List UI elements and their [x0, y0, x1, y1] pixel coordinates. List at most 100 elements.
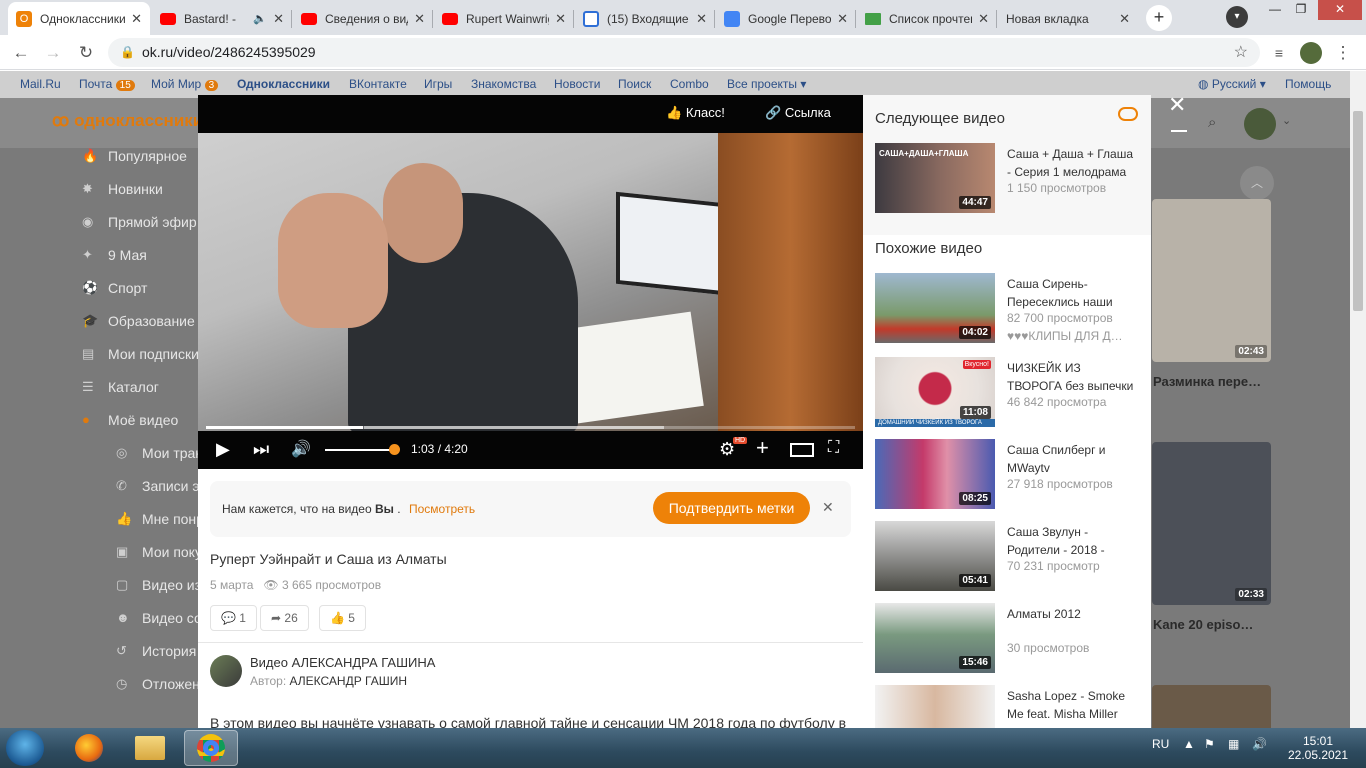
taskbar-chrome[interactable]: [184, 730, 238, 766]
close-window-button[interactable]: ✕: [1318, 0, 1362, 20]
menu-item-sport[interactable]: ⚽ Спорт: [82, 280, 147, 296]
video-thumbnail[interactable]: САША+ДАША+ГЛАША 44:47: [875, 143, 995, 213]
portal-link-pochta[interactable]: Почта 15: [79, 77, 135, 91]
menu-item-live[interactable]: ◉ Прямой эфир: [82, 214, 197, 230]
start-button[interactable]: [6, 730, 44, 766]
video-thumbnail[interactable]: [875, 685, 995, 728]
confirm-tags-button[interactable]: Подтвердить метки: [653, 492, 810, 524]
ok-logo[interactable]: ꝏ одноклассники: [52, 111, 203, 131]
similar-video-item[interactable]: 04:02 Саша Сирень- Пересеклись наши 82 7…: [875, 273, 1145, 345]
tab-bastard[interactable]: Bastard! - 🔈 ✕: [152, 2, 292, 35]
portal-link-ok[interactable]: Одноклассники: [237, 77, 330, 91]
notice-view-link[interactable]: Посмотреть: [409, 502, 475, 516]
forward-arrow-icon[interactable]: →: [42, 42, 64, 64]
video-name[interactable]: Саша Спилберг и MWaytv: [1007, 441, 1139, 477]
bg-card-title[interactable]: Разминка пере…: [1153, 374, 1261, 389]
channel-name[interactable]: Видео АЛЕКСАНДРА ГАШИНА: [250, 655, 435, 670]
user-avatar[interactable]: [1244, 108, 1276, 140]
reload-icon[interactable]: ↻: [75, 42, 97, 64]
link-button[interactable]: 🔗 Ссылка: [765, 105, 831, 121]
reading-list-icon[interactable]: ≡: [1268, 42, 1290, 64]
bookmark-star-icon[interactable]: ☆: [1234, 38, 1248, 67]
chevron-down-icon[interactable]: ⌄: [1282, 114, 1291, 127]
video-name[interactable]: Алматы 2012: [1007, 605, 1139, 623]
author-name[interactable]: АЛЕКСАНДР ГАШИН: [290, 674, 408, 688]
tab-reading-list[interactable]: Список прочтения ✕: [857, 2, 997, 35]
submenu-item[interactable]: ↺ История: [116, 643, 196, 659]
video-player[interactable]: 👍 Класс! 🔗 Ссылка ▶ ⏭ 🔊 1:03 / 4:20 ⚙ HD…: [198, 95, 863, 469]
action-center-flag-icon[interactable]: ⚑: [1204, 737, 1215, 751]
bg-card-thumbnail[interactable]: 02:33: [1152, 442, 1271, 605]
autoplay-loop-icon[interactable]: [1118, 107, 1138, 121]
play-icon[interactable]: ▶: [216, 439, 230, 460]
tab-new-tab[interactable]: Новая вкладка ✕: [998, 2, 1138, 35]
volume-icon[interactable]: 🔊: [291, 439, 311, 459]
menu-item-education[interactable]: 🎓 Образование: [82, 313, 195, 329]
tab-close-icon[interactable]: ✕: [978, 11, 989, 27]
portal-link-mailru[interactable]: Mail.Ru: [20, 77, 61, 91]
portal-link-games[interactable]: Игры: [424, 77, 452, 91]
search-icon[interactable]: ⌕: [1208, 114, 1216, 131]
portal-link-help[interactable]: Помощь: [1285, 77, 1331, 91]
language-selector[interactable]: ◍ Русский ▾: [1198, 77, 1266, 91]
next-video-item[interactable]: САША+ДАША+ГЛАША 44:47 Саша + Даша + Глаш…: [875, 143, 1145, 215]
tab-close-icon[interactable]: ✕: [696, 11, 707, 27]
menu-item-subscriptions[interactable]: ▤ Мои подписки: [82, 346, 199, 362]
scroll-up-icon[interactable]: ︿: [1240, 166, 1274, 200]
progress-bar[interactable]: [206, 426, 855, 429]
close-modal-icon[interactable]: ✕: [1168, 92, 1186, 118]
new-tab-button[interactable]: +: [1146, 5, 1172, 31]
tab-odnoklassniki[interactable]: О Одноклассники ✕: [8, 2, 150, 35]
volume-slider[interactable]: [325, 449, 395, 451]
lock-icon[interactable]: 🔒: [120, 38, 135, 67]
portal-link-vk[interactable]: ВКонтакте: [349, 77, 407, 91]
system-clock[interactable]: 15:01 22.05.2021: [1282, 734, 1354, 762]
chrome-profile-menu-icon[interactable]: ▾: [1226, 6, 1248, 28]
menu-item-new[interactable]: ✸ Новинки: [82, 181, 163, 197]
scrollbar-thumb[interactable]: [1353, 111, 1363, 311]
menu-item-my-video[interactable]: ● Моё видео: [82, 412, 178, 428]
next-icon[interactable]: ⏭: [253, 439, 269, 460]
tab-google-translate[interactable]: Google Переводчик ✕: [716, 2, 856, 35]
similar-video-item[interactable]: Sasha Lopez - Smoke Me feat. Misha Mille…: [875, 685, 1145, 728]
video-thumbnail[interactable]: 04:02: [875, 273, 995, 343]
mini-player-icon[interactable]: [790, 443, 814, 457]
profile-avatar[interactable]: [1300, 42, 1322, 64]
volume-knob[interactable]: [389, 444, 400, 455]
video-thumbnail[interactable]: 08:25: [875, 439, 995, 509]
portal-link-dating[interactable]: Знакомства: [471, 77, 536, 91]
comments-button[interactable]: 💬 1: [210, 605, 257, 631]
network-icon[interactable]: ▦: [1228, 737, 1239, 751]
bg-card-thumbnail[interactable]: 02:43: [1152, 199, 1271, 362]
portal-link-news[interactable]: Новости: [554, 77, 600, 91]
maximize-button[interactable]: ❐: [1284, 0, 1318, 20]
bg-card-thumbnail[interactable]: [1152, 685, 1271, 728]
tab-inbox[interactable]: (15) Входящие ✕: [575, 2, 715, 35]
portal-link-mir[interactable]: Мой Мир 3: [151, 77, 219, 91]
video-thumbnail[interactable]: 15:46: [875, 603, 995, 673]
speaker-icon[interactable]: 🔊: [1252, 737, 1267, 751]
bg-card-title[interactable]: Kane 20 episo…: [1153, 617, 1253, 632]
video-name[interactable]: Sasha Lopez - Smoke Me feat. Misha Mille…: [1007, 687, 1139, 723]
video-thumbnail[interactable]: Вкусно! ДОМАШНИЙ ЧИЗКЕЙК ИЗ ТВОРОГА 11:0…: [875, 357, 995, 427]
tab-close-icon[interactable]: ✕: [414, 11, 425, 27]
back-arrow-icon[interactable]: ←: [10, 42, 32, 64]
tab-close-icon[interactable]: ✕: [273, 11, 284, 27]
menu-item-catalog[interactable]: ☰ Каталог: [82, 379, 159, 395]
add-icon[interactable]: +: [756, 435, 769, 461]
similar-video-item[interactable]: 08:25 Саша Спилберг и MWaytv 27 918 прос…: [875, 439, 1145, 511]
taskbar-explorer[interactable]: [123, 730, 177, 766]
video-frame[interactable]: [198, 133, 863, 431]
minimize-modal-icon[interactable]: [1171, 130, 1187, 132]
page-scrollbar[interactable]: [1350, 71, 1366, 728]
keyboard-language[interactable]: RU: [1152, 737, 1169, 751]
tab-rupert[interactable]: Rupert Wainwright ✕: [434, 2, 574, 35]
share-button[interactable]: ➦ 26: [260, 605, 309, 631]
audio-playing-icon[interactable]: 🔈: [253, 12, 267, 25]
tab-close-icon[interactable]: ✕: [555, 11, 566, 27]
similar-video-item[interactable]: 05:41 Саша Звулун - Родители - 2018 - 70…: [875, 521, 1145, 593]
portal-link-all-projects[interactable]: Все проекты ▾: [727, 77, 806, 91]
video-thumbnail[interactable]: 05:41: [875, 521, 995, 591]
menu-item-may9[interactable]: ✦ 9 Мая: [82, 247, 147, 263]
tab-close-icon[interactable]: ✕: [837, 11, 848, 27]
